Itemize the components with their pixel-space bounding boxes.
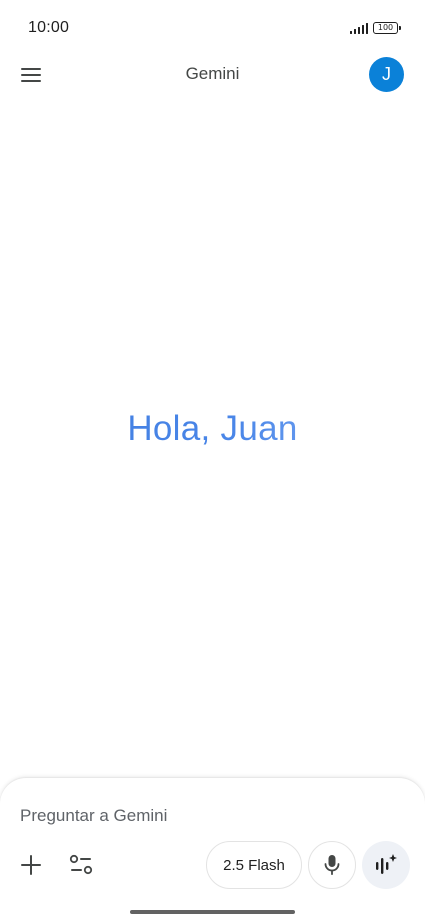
account-avatar-button[interactable]: J — [369, 57, 404, 92]
tools-button[interactable] — [64, 848, 98, 882]
prompt-composer: 2.5 Flash — [0, 778, 425, 922]
live-mode-button[interactable] — [362, 841, 410, 889]
home-indicator[interactable] — [130, 910, 295, 914]
status-time: 10:00 — [28, 19, 70, 36]
avatar-initial: J — [382, 64, 391, 84]
top-app-bar: Gemini J — [0, 56, 425, 94]
model-selector-button[interactable]: 2.5 Flash — [206, 841, 302, 889]
status-icons: 100 — [349, 22, 401, 34]
gemini-home-screen: 10:00 100 Gemini J Hola, Juan Preguntar … — [0, 0, 425, 922]
live-audio-sparkle-icon — [376, 854, 397, 874]
signal-icon — [349, 22, 368, 34]
tools-sliders-icon — [69, 854, 93, 875]
microphone-button[interactable] — [308, 841, 356, 889]
microphone-icon — [324, 855, 340, 875]
add-attachment-button[interactable] — [14, 848, 48, 882]
greeting-text: Hola, Juan — [0, 409, 425, 449]
status-bar: 10:00 100 — [0, 0, 425, 56]
app-title: Gemini — [185, 64, 240, 83]
model-label: 2.5 Flash — [223, 856, 285, 874]
plus-icon — [21, 855, 41, 875]
prompt-input[interactable] — [20, 804, 400, 828]
battery-icon: 100 — [373, 22, 401, 34]
